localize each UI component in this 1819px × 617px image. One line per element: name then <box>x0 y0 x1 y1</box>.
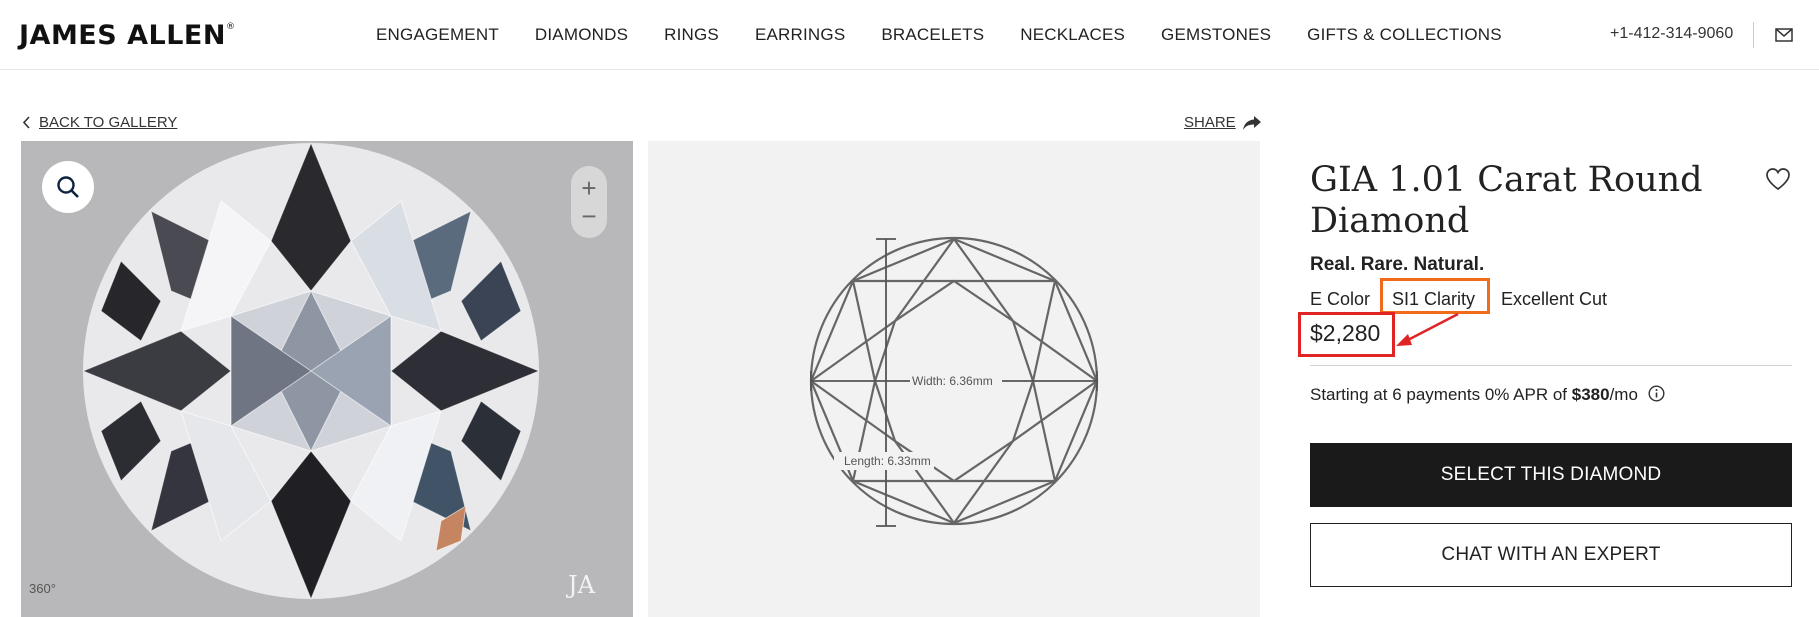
chevron-left-icon <box>22 116 30 129</box>
product-tagline: Real. Rare. Natural. <box>1310 254 1485 275</box>
section-divider <box>1310 365 1792 366</box>
main-nav: ENGAGEMENT DIAMONDS RINGS EARRINGS BRACE… <box>376 25 1538 45</box>
brand-logo[interactable]: JAMES ALLEN® <box>19 20 235 51</box>
brand-logo-text: JAMES ALLEN <box>19 20 226 51</box>
share-link[interactable]: SHARE <box>1184 114 1262 131</box>
nav-earrings[interactable]: EARRINGS <box>755 25 845 45</box>
magnify-button[interactable] <box>42 161 94 213</box>
chat-expert-button[interactable]: CHAT WITH AN EXPERT <box>1310 523 1792 587</box>
nav-diamonds[interactable]: DIAMONDS <box>535 25 628 45</box>
diamond-photo-viewer[interactable]: + − 360° JA <box>21 141 633 617</box>
watermark-logo: JA <box>568 571 595 599</box>
payments-suffix: /mo <box>1609 385 1638 404</box>
nav-bracelets[interactable]: BRACELETS <box>881 25 984 45</box>
share-label: SHARE <box>1184 114 1236 131</box>
clarity-highlight-box <box>1380 278 1490 314</box>
info-icon[interactable] <box>1648 385 1665 402</box>
nav-necklaces[interactable]: NECKLACES <box>1020 25 1125 45</box>
header-divider <box>1753 22 1754 48</box>
spec-cut: Excellent Cut <box>1501 289 1608 309</box>
payment-plan-text: Starting at 6 payments 0% APR of $380/mo <box>1310 385 1665 405</box>
annotation-arrow <box>1396 312 1459 346</box>
nav-engagement[interactable]: ENGAGEMENT <box>376 25 499 45</box>
width-label: Width: 6.36mm <box>912 374 993 388</box>
length-label: Length: 6.33mm <box>844 454 931 468</box>
select-diamond-button[interactable]: SELECT THIS DIAMOND <box>1310 443 1792 507</box>
product-title: GIA 1.01 Carat Round Diamond <box>1310 160 1703 241</box>
nav-gifts-collections[interactable]: GIFTS & COLLECTIONS <box>1307 25 1502 45</box>
back-to-gallery-link[interactable]: BACK TO GALLERY <box>22 114 177 131</box>
payments-prefix: Starting at 6 payments 0% APR of <box>1310 385 1572 404</box>
envelope-icon[interactable] <box>1775 26 1793 44</box>
price-highlight-box <box>1298 312 1395 357</box>
payments-amount: $380 <box>1571 385 1610 404</box>
zoom-in-button[interactable]: + <box>571 175 607 201</box>
spec-color: E Color <box>1310 289 1371 309</box>
nav-rings[interactable]: RINGS <box>664 25 719 45</box>
heart-icon[interactable] <box>1765 167 1791 191</box>
diamond-photo <box>21 141 633 617</box>
phone-number[interactable]: +1-412-314-9060 <box>1610 25 1733 43</box>
site-header: JAMES ALLEN® ENGAGEMENT DIAMONDS RINGS E… <box>0 0 1819 70</box>
zoom-controls: + − <box>571 166 607 238</box>
share-arrow-icon <box>1242 115 1261 130</box>
search-icon <box>57 176 79 198</box>
rotate-360-icon[interactable]: 360° <box>29 581 56 596</box>
nav-gemstones[interactable]: GEMSTONES <box>1161 25 1271 45</box>
registered-mark: ® <box>225 22 236 32</box>
back-to-gallery-label: BACK TO GALLERY <box>39 114 178 131</box>
diamond-dimension-diagram: Width: 6.36mm Length: 6.33mm <box>648 141 1260 617</box>
zoom-out-button[interactable]: − <box>571 203 607 229</box>
